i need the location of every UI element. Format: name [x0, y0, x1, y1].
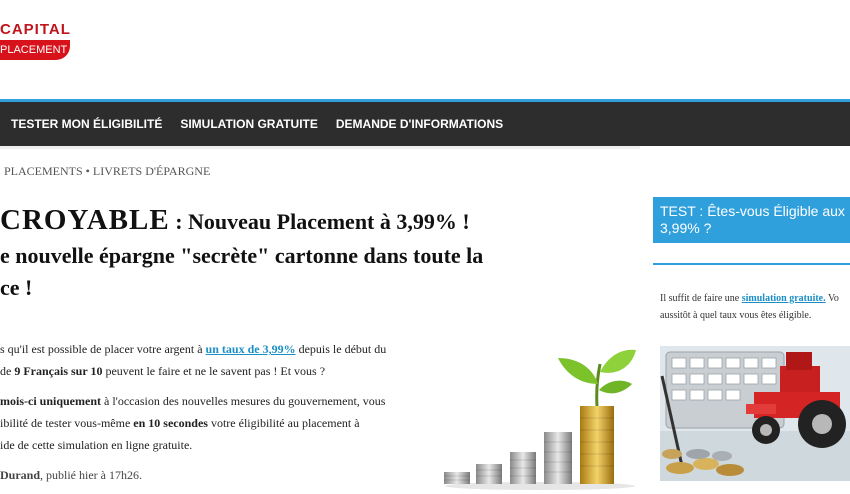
eligibility-box-line-1: TEST : Êtes-vous Éligible aux: [660, 203, 845, 219]
headline-emphasis: CROYABLE: [0, 204, 170, 236]
text: à l'occasion des nouvelles mesures du go…: [101, 394, 386, 408]
nav-item-tester-eligibilite[interactable]: TESTER MON ÉLIGIBILITÉ: [0, 102, 171, 146]
author-name: Durand: [0, 468, 41, 482]
subheadline-line-2: ce !: [0, 275, 33, 300]
duration-highlight: en 10 secondes: [133, 416, 208, 430]
text: depuis le début du: [295, 342, 387, 356]
nav-item-simulation-gratuite[interactable]: SIMULATION GRATUITE: [171, 102, 327, 146]
article-subheadline: e nouvelle épargne "secrète" cartonne da…: [0, 240, 600, 304]
text: aussitôt à quel taux vous êtes éligible.: [660, 310, 812, 321]
author-byline: Durand, publié hier à 17h26.: [0, 464, 405, 486]
article-body: s qu'il est possible de placer votre arg…: [0, 338, 405, 494]
brand-logo[interactable]: CAPITAL PLACEMENT: [0, 22, 72, 64]
text: ide de cette simulation en ligne gratuit…: [0, 438, 193, 452]
publish-time: , publié hier à 17h26.: [40, 468, 142, 482]
eligibility-test-box[interactable]: TEST : Êtes-vous Éligible aux 3,99% ?: [653, 197, 850, 243]
text: Il suffit de faire une: [660, 293, 742, 304]
simulation-link[interactable]: simulation gratuite.: [742, 293, 826, 304]
logo-wordmark-bottom: PLACEMENT: [0, 40, 70, 60]
logo-wordmark-top: CAPITAL: [0, 21, 71, 38]
text: Vo: [825, 293, 839, 304]
text: votre éligibilité au placement à: [207, 416, 360, 430]
article-headline: CROYABLE : Nouveau Placement à 3,99% !: [0, 202, 600, 240]
article-paragraph-1: s qu'il est possible de placer votre arg…: [0, 338, 405, 382]
text: peuvent le faire et ne le savent pas ! E…: [102, 364, 326, 378]
calculator-tractor-coins-image: [660, 346, 850, 481]
nav-divider: [0, 146, 640, 149]
sidebar-divider: [653, 263, 850, 265]
rate-link[interactable]: un taux de 3,99%: [206, 342, 296, 356]
promo-highlight: mois-ci uniquement: [0, 394, 102, 408]
eligibility-box-line-2: 3,99% ?: [660, 220, 712, 236]
stat-highlight: 9 Français sur 10: [14, 364, 103, 378]
text: s qu'il est possible de placer votre arg…: [0, 342, 206, 356]
subheadline-line-1: e nouvelle épargne "secrète" cartonne da…: [0, 243, 484, 268]
article-paragraph-2: mois-ci uniquement à l'occasion des nouv…: [0, 390, 405, 456]
main-nav: TESTER MON ÉLIGIBILITÉ SIMULATION GRATUI…: [0, 102, 850, 146]
headline-rest: : Nouveau Placement à 3,99% !: [169, 209, 470, 234]
nav-item-demande-informations[interactable]: DEMANDE D'INFORMATIONS: [327, 102, 512, 146]
text: de: [0, 364, 15, 378]
text: ibilité de tester vous-même: [0, 416, 134, 430]
coin-stacks-plant-image: [444, 349, 636, 490]
sidebar-description: Il suffit de faire une simulation gratui…: [660, 290, 850, 324]
breadcrumb[interactable]: PLACEMENTS • LIVRETS D'ÉPARGNE: [4, 164, 210, 179]
